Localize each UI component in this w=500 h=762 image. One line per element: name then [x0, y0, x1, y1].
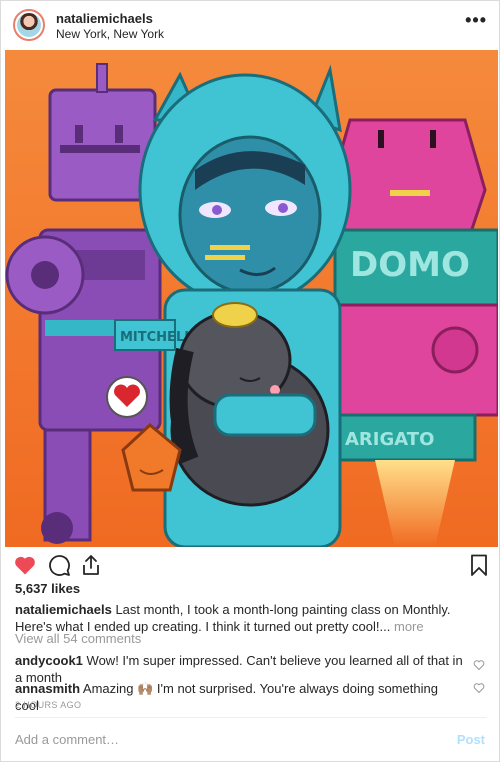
comment-item: annasmith Amazing 🙌🏽 I'm not surprised. …: [15, 680, 465, 714]
painting-illustration: DOMO ARIGATO MITCHELL: [5, 50, 498, 547]
avatar[interactable]: [13, 9, 45, 41]
location[interactable]: New York, New York: [56, 27, 164, 41]
post-comment-button[interactable]: Post: [457, 732, 485, 747]
comment-username[interactable]: annasmith: [15, 681, 80, 696]
divider: [15, 717, 487, 718]
comment-username[interactable]: andycook1: [15, 653, 83, 668]
add-comment-input[interactable]: Add a comment…: [15, 732, 119, 747]
caption-more-link[interactable]: more: [394, 619, 424, 634]
heart-bubble: [106, 376, 148, 418]
action-bar: [1, 551, 499, 579]
comment-bubble-icon[interactable]: [47, 553, 71, 577]
share-icon[interactable]: [79, 553, 103, 577]
post-card: nataliemichaels New York, New York ••• D…: [0, 0, 500, 762]
post-header: nataliemichaels New York, New York •••: [1, 1, 499, 50]
caption-username[interactable]: nataliemichaels: [15, 602, 112, 617]
caption: nataliemichaels Last month, I took a mon…: [15, 601, 490, 635]
domo-sign: DOMO: [350, 245, 470, 285]
post-image[interactable]: DOMO ARIGATO MITCHELL: [5, 50, 498, 547]
avatar-image: [17, 13, 41, 37]
mitchell-patch: MITCHELL: [120, 330, 193, 345]
arigato-sign: ARIGATO: [345, 429, 434, 450]
post-timestamp[interactable]: 2 HOURS AGO: [15, 700, 81, 710]
bookmark-icon[interactable]: [467, 553, 491, 577]
comment-like-icon[interactable]: [473, 659, 485, 671]
comment-like-icon[interactable]: [473, 682, 485, 694]
more-options-icon[interactable]: •••: [465, 11, 487, 29]
heart-filled-icon[interactable]: [13, 553, 37, 577]
username[interactable]: nataliemichaels: [56, 11, 153, 26]
likes-count[interactable]: 5,637 likes: [15, 581, 80, 596]
view-all-comments-link[interactable]: View all 54 comments: [15, 631, 141, 646]
